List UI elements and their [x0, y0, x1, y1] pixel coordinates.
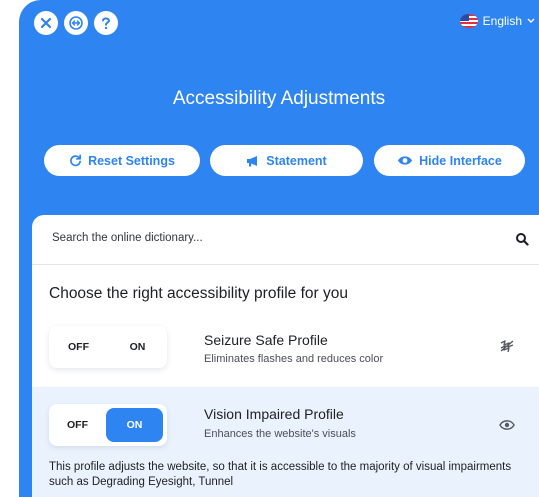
seizure-icon — [500, 340, 514, 353]
dictionary-search[interactable]: Search the online dictionary... — [32, 215, 539, 265]
eye-icon — [499, 420, 515, 430]
profile-title: Seizure Safe Profile — [204, 332, 328, 348]
toggle-off-option[interactable]: OFF — [49, 404, 106, 446]
refresh-icon — [70, 154, 82, 167]
toggle-off-option[interactable]: OFF — [49, 326, 108, 368]
profile-title: Vision Impaired Profile — [204, 406, 344, 422]
statement-button[interactable]: Statement — [210, 145, 363, 176]
vision-impaired-toggle[interactable]: OFF ON — [49, 404, 167, 446]
accessibility-panel: English Accessibility Adjustments Reset … — [19, 0, 539, 497]
profile-description: Enhances the website's visuals — [204, 428, 356, 440]
profile-details: This profile adjusts the website, so tha… — [49, 461, 512, 488]
megaphone-icon — [247, 155, 258, 166]
eye-icon — [398, 156, 413, 165]
statement-label: Statement — [266, 153, 327, 168]
language-selector[interactable]: English — [459, 14, 535, 28]
profile-description: Eliminates flashes and reduces color — [204, 353, 384, 365]
hide-interface-button[interactable]: Hide Interface — [374, 145, 525, 176]
panel-title: Accessibility Adjustments — [172, 88, 386, 109]
move-panel-button[interactable] — [64, 11, 88, 35]
close-button[interactable] — [34, 11, 58, 35]
chevron-down-icon — [527, 18, 535, 23]
language-label: English — [482, 14, 522, 28]
reset-settings-button[interactable]: Reset Settings — [44, 145, 200, 176]
help-button[interactable] — [94, 11, 118, 35]
toggle-on-option[interactable]: ON — [106, 408, 163, 442]
reset-settings-label: Reset Settings — [88, 153, 175, 168]
toggle-on-option[interactable]: ON — [108, 326, 167, 368]
profiles-card: Search the online dictionary... Choose t… — [32, 215, 539, 497]
seizure-safe-toggle[interactable]: OFF ON — [49, 326, 167, 368]
profiles-heading: Choose the right accessibility profile f… — [49, 285, 348, 302]
help-icon — [102, 17, 111, 30]
swap-icon — [69, 16, 83, 30]
us-flag-icon — [459, 14, 478, 28]
hide-interface-label: Hide Interface — [419, 153, 502, 168]
top-bar: English — [19, 0, 539, 48]
search-input[interactable]: Search the online dictionary... — [52, 232, 203, 244]
close-icon — [40, 17, 52, 29]
search-icon[interactable] — [515, 232, 529, 246]
